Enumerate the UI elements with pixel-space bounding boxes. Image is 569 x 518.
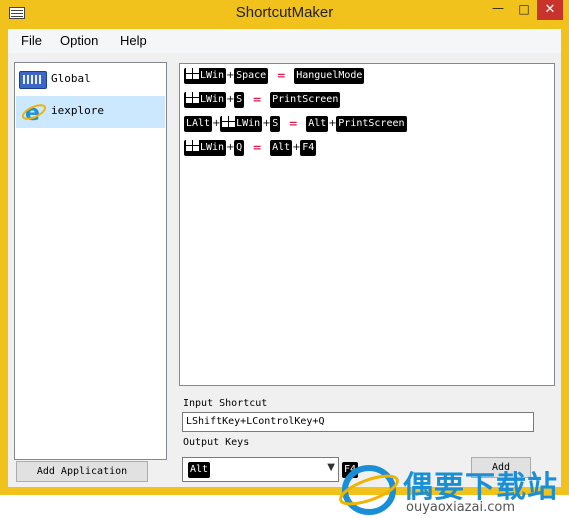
key-badge: LWin [184,68,227,84]
key-badge: F4 [300,140,317,156]
menu-bar: File Option Help [8,29,561,53]
add-application-button[interactable]: Add Application [16,461,148,482]
windows-logo-icon [186,68,199,79]
rule-row[interactable]: LWin + S = PrintScreen [184,92,341,108]
menu-option[interactable]: Option [60,33,98,48]
windows-logo-icon [186,92,199,103]
maximize-button[interactable]: □ [511,0,537,20]
app-item-global[interactable]: Global [16,64,165,96]
title-bar[interactable]: ShortcutMaker — □ ✕ [0,0,569,28]
menu-help[interactable]: Help [120,33,147,48]
window-title: ShortcutMaker [235,4,334,21]
key-badge: PrintScreen [336,116,407,132]
key-badge: LWin [184,140,227,156]
app-item-label: Global [51,72,91,85]
app-window: ShortcutMaker — □ ✕ File Option Help Glo… [0,0,569,515]
key-badge: LWin [220,116,263,132]
key-badge: LWin [184,92,227,108]
watermark-url: ouyaoxiazai.com [406,500,515,515]
key-badge: Alt [188,462,211,478]
key-badge: S [234,92,245,108]
key-badge: LAlt [184,116,213,132]
application-list[interactable]: Global e iexplore [14,62,167,460]
key-badge: PrintScreen [270,92,341,108]
key-badge: Alt [270,140,293,156]
output-keys-select[interactable]: Alt ▼ [182,457,339,482]
client-area: File Option Help Global e iexplore LWin … [8,29,561,515]
app-item-label: iexplore [51,104,104,117]
shortcut-rules-panel[interactable]: LWin + Space = HanguelMode LWin + S = PrintScree… [179,63,555,386]
input-shortcut-label: Input Shortcut [183,398,268,409]
input-shortcut-field[interactable]: LShiftKey+LControlKey+Q [182,412,534,432]
keyboard-icon [19,66,47,94]
app-item-iexplore[interactable]: e iexplore [16,96,165,128]
output-keys-label: Output Keys [183,437,250,448]
key-badge: HanguelMode [294,68,365,84]
key-badge: Alt [306,116,329,132]
internet-explorer-icon: e [19,98,47,126]
menu-file[interactable]: File [21,33,42,48]
rule-row[interactable]: LWin + Q = Alt + F4 [184,140,317,156]
close-button[interactable]: ✕ [537,0,563,20]
windows-logo-icon [186,140,199,151]
windows-logo-icon [222,116,236,127]
minimize-button[interactable]: — [485,0,511,20]
rule-row[interactable]: LWin + Space = HanguelMode [184,68,365,84]
watermark: 偶要下载站 ouyaoxiazai.com [328,458,568,518]
watermark-logo-icon [339,465,399,515]
rule-row[interactable]: LAlt + LWin + S = Alt + PrintScreen [184,116,407,132]
key-badge: Q [234,140,245,156]
key-badge: Space [234,68,269,84]
key-badge: S [270,116,281,132]
